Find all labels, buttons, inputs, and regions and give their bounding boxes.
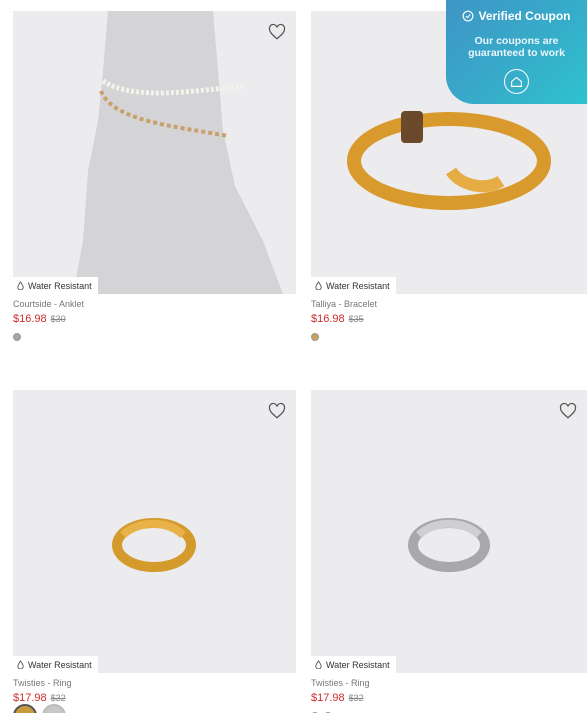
- product-image[interactable]: Water Resistant: [13, 390, 296, 673]
- color-swatches: [311, 330, 587, 344]
- wishlist-heart-icon[interactable]: [268, 402, 286, 420]
- product-title[interactable]: Talliya - Bracelet: [311, 298, 587, 310]
- water-drop-icon: [315, 660, 322, 669]
- sale-price: $16.98: [311, 313, 345, 325]
- water-resistant-badge: Water Resistant: [311, 656, 396, 673]
- water-drop-icon: [17, 660, 24, 669]
- product-grid: Water Resistant Courtside - Anklet $16.9…: [0, 0, 587, 713]
- water-drop-icon: [315, 281, 322, 290]
- product-price: $16.98 $35: [311, 312, 587, 326]
- color-swatch-selected[interactable]: [13, 704, 37, 713]
- coupon-header: Verified Coupon: [446, 9, 587, 23]
- color-swatch[interactable]: [311, 333, 319, 341]
- product-card[interactable]: Water Resistant Courtside - Anklet $16.9…: [13, 11, 296, 344]
- water-resistant-badge: Water Resistant: [13, 656, 98, 673]
- product-card[interactable]: Water Resistant Twisties - Ring $17.98 $…: [311, 390, 587, 713]
- original-price: $30: [50, 314, 66, 324]
- color-swatches: [311, 709, 587, 713]
- product-image[interactable]: Water Resistant: [13, 11, 296, 294]
- check-circle-icon: [463, 10, 474, 22]
- product-price: $17.98 $32: [13, 691, 296, 705]
- coupon-home-button[interactable]: [504, 69, 529, 94]
- product-title[interactable]: Twisties - Ring: [13, 677, 296, 689]
- silver-ring-photo: [408, 518, 490, 572]
- original-price: $32: [50, 693, 66, 703]
- water-drop-icon: [17, 281, 24, 290]
- product-card[interactable]: Water Resistant Twisties - Ring $17.98 $…: [13, 390, 296, 713]
- product-title[interactable]: Twisties - Ring: [311, 677, 587, 689]
- product-price: $17.98 $32: [311, 691, 587, 705]
- color-swatch[interactable]: [42, 704, 66, 713]
- product-price: $16.98 $30: [13, 312, 296, 326]
- verified-coupon-popup[interactable]: Verified Coupon Our coupons are guarante…: [446, 0, 587, 104]
- wishlist-heart-icon[interactable]: [559, 402, 577, 420]
- badge-label: Water Resistant: [326, 659, 390, 670]
- color-swatch[interactable]: [13, 333, 21, 341]
- badge-label: Water Resistant: [28, 280, 92, 291]
- color-swatches: [13, 330, 296, 344]
- original-price: $35: [348, 314, 364, 324]
- water-resistant-badge: Water Resistant: [311, 277, 396, 294]
- original-price: $32: [348, 693, 364, 703]
- water-resistant-badge: Water Resistant: [13, 277, 98, 294]
- gold-ring-photo: [112, 518, 196, 572]
- home-icon: [511, 76, 522, 87]
- product-title[interactable]: Courtside - Anklet: [13, 298, 296, 310]
- coupon-subtitle: Our coupons are guaranteed to work: [468, 35, 565, 59]
- sale-price: $16.98: [13, 313, 47, 325]
- wishlist-heart-icon[interactable]: [268, 23, 286, 41]
- product-image[interactable]: Water Resistant: [311, 390, 587, 673]
- badge-label: Water Resistant: [326, 280, 390, 291]
- color-swatches: [13, 704, 296, 713]
- sale-price: $17.98: [13, 692, 47, 704]
- sale-price: $17.98: [311, 692, 345, 704]
- coupon-title: Verified Coupon: [478, 9, 571, 23]
- badge-label: Water Resistant: [28, 659, 92, 670]
- anklet-photo: [73, 11, 283, 294]
